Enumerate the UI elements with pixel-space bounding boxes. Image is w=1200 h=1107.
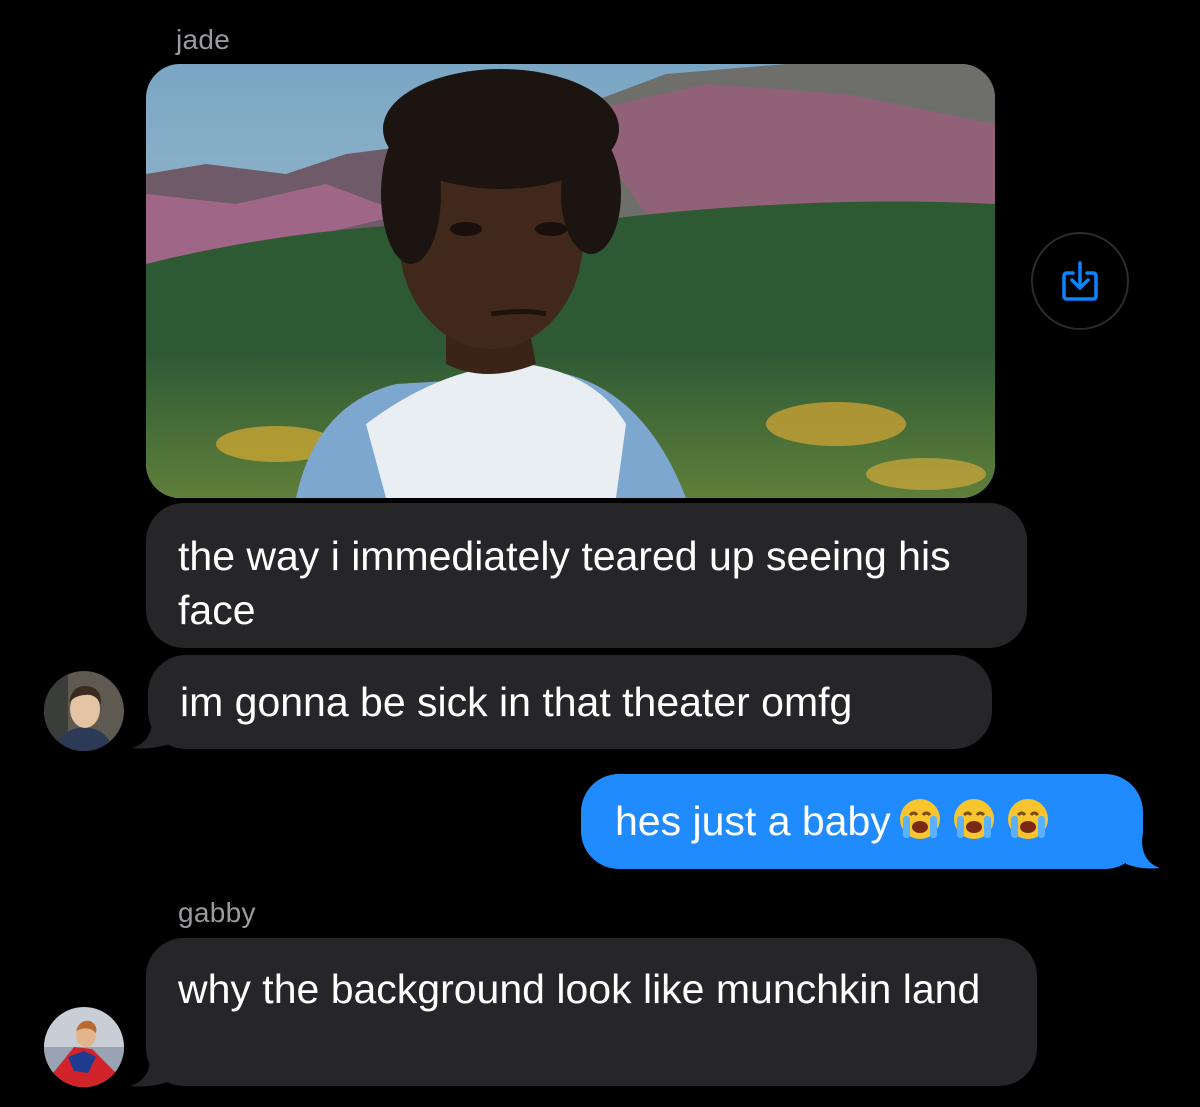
sender-name-gabby: gabby [178, 897, 256, 928]
image-attachment[interactable] [146, 64, 995, 498]
sender-name-jade: jade [176, 24, 231, 55]
message-text: the way i immediately teared up seeing h… [178, 533, 951, 633]
crying-face-emoji [1003, 795, 1053, 854]
save-image-button[interactable] [1031, 232, 1129, 330]
save-download-icon [1062, 261, 1098, 301]
bubble-tail [1126, 840, 1160, 869]
message-bubble[interactable]: the way i immediately teared up seeing h… [146, 503, 1027, 648]
avatar-photo [44, 1007, 124, 1087]
bubble-tail [132, 720, 170, 749]
avatar-gabby[interactable] [44, 1007, 124, 1087]
crying-face-emoji [895, 795, 945, 854]
message-text: hes just a baby [615, 798, 891, 844]
avatar-jade[interactable] [44, 671, 124, 751]
bubble-tail [130, 1058, 168, 1087]
movie-still-image [146, 64, 995, 498]
avatar-photo [44, 671, 124, 751]
crying-face-emoji [949, 795, 999, 854]
message-bubble[interactable]: im gonna be sick in that theater omfg [148, 655, 992, 749]
message-bubble[interactable]: why the background look like munchkin la… [146, 938, 1037, 1086]
message-text: im gonna be sick in that theater omfg [180, 679, 853, 725]
message-text: why the background look like munchkin la… [178, 966, 981, 1012]
message-bubble-outgoing[interactable]: hes just a baby [581, 774, 1143, 869]
